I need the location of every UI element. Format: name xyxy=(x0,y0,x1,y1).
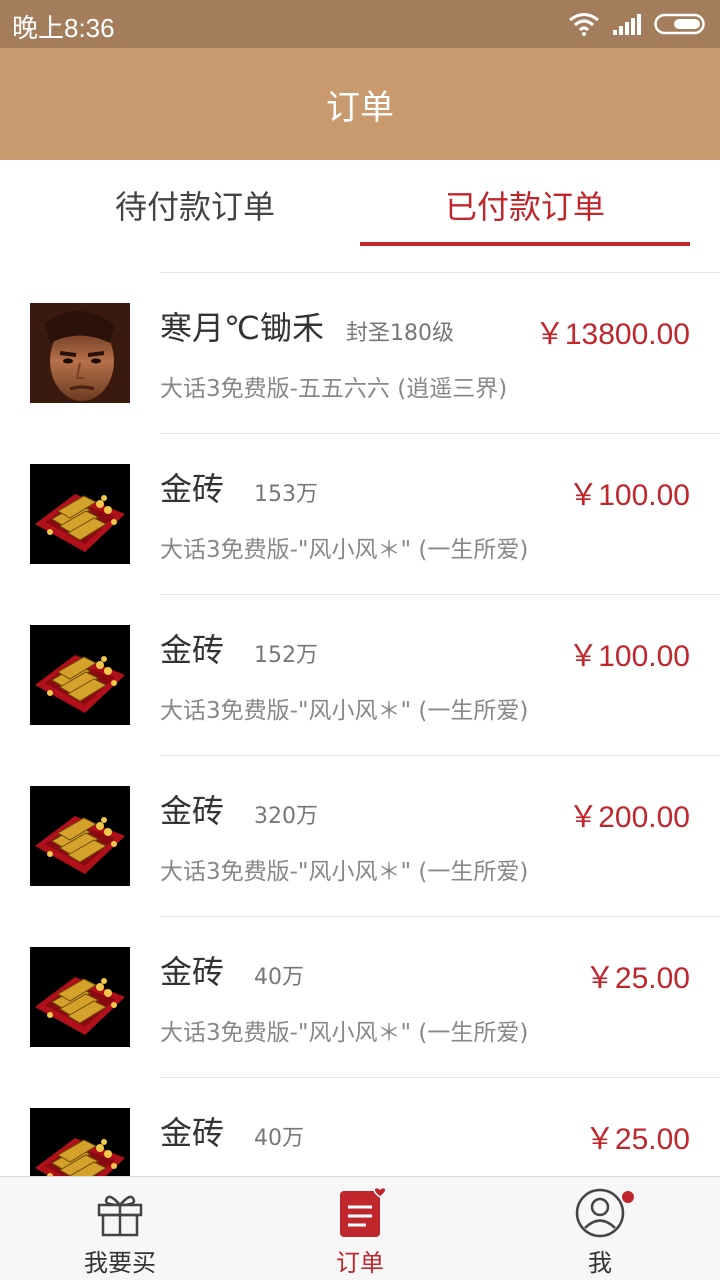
order-item-name: 寒月℃锄禾 xyxy=(160,309,324,347)
order-server: 大话3免费版-"风小风＊" (一生所爱) xyxy=(160,698,529,724)
order-row[interactable]: 金砖 320万 ￥200.00 大话3免费版-"风小风＊" (一生所爱) xyxy=(30,755,720,916)
battery-icon xyxy=(654,13,705,35)
gold-bricks-thumbnail xyxy=(30,625,130,725)
gold-bricks-thumbnail xyxy=(30,947,130,1047)
gift-icon xyxy=(97,1195,143,1237)
order-price: ￥200.00 xyxy=(568,801,690,834)
gold-bricks-thumbnail xyxy=(30,464,130,564)
order-item-name: 金砖 xyxy=(160,953,225,991)
order-item-detail: 封圣180级 xyxy=(346,321,454,346)
nav-label-me: 我 xyxy=(588,1249,612,1277)
order-row[interactable]: 金砖 153万 ￥100.00 大话3免费版-"风小风＊" (一生所爱) xyxy=(30,433,720,594)
title-bar: 订单 xyxy=(0,48,720,160)
order-item-detail: 152万 xyxy=(254,643,318,668)
order-item-name: 金砖 xyxy=(160,792,225,830)
order-item-detail: 153万 xyxy=(254,482,318,507)
order-item-name: 金砖 xyxy=(160,470,225,508)
status-icons xyxy=(568,10,708,38)
order-price: ￥25.00 xyxy=(584,1123,690,1156)
nav-item-me[interactable]: 我 xyxy=(480,1177,720,1280)
order-list-icon xyxy=(340,1187,386,1237)
order-list[interactable]: 寒月℃锄禾 封圣180级 ￥13800.00 大话3免费版-五五六六 (逍遥三界… xyxy=(0,272,720,1176)
status-bar: 晚上8:36 xyxy=(0,0,720,48)
nav-label-buy: 我要买 xyxy=(84,1249,156,1277)
page-title: 订单 xyxy=(326,87,394,128)
signal-icon xyxy=(613,14,641,35)
order-price: ￥100.00 xyxy=(568,479,690,512)
bottom-nav: 我要买 订单 我 xyxy=(0,1176,720,1280)
order-server: 大话3免费版-"风小风＊" (一生所爱) xyxy=(160,537,529,563)
order-row[interactable]: 寒月℃锄禾 封圣180级 ￥13800.00 大话3免费版-五五六六 (逍遥三界… xyxy=(30,272,720,433)
wifi-icon xyxy=(569,13,599,36)
notification-dot xyxy=(622,1191,634,1203)
order-price: ￥25.00 xyxy=(584,962,690,995)
order-server: 大话3免费版-五五六六 (逍遥三界) xyxy=(160,376,508,402)
nav-label-orders: 订单 xyxy=(336,1249,384,1277)
order-item-name: 金砖 xyxy=(160,631,225,669)
order-item-detail: 40万 xyxy=(254,1126,304,1151)
order-server: 大话3免费版-"风小风＊" (一生所爱) xyxy=(160,859,529,885)
order-row[interactable]: 金砖 152万 ￥100.00 大话3免费版-"风小风＊" (一生所爱) xyxy=(30,594,720,755)
order-tabs: 待付款订单 已付款订单 xyxy=(0,160,720,256)
order-row[interactable]: 金砖 40万 ￥25.00 xyxy=(30,1077,720,1176)
order-item-detail: 320万 xyxy=(254,804,318,829)
order-row[interactable]: 金砖 40万 ￥25.00 大话3免费版-"风小风＊" (一生所爱) xyxy=(30,916,720,1077)
status-time: 晚上8:36 xyxy=(12,13,115,43)
nav-item-buy[interactable]: 我要买 xyxy=(0,1177,240,1280)
gold-bricks-thumbnail xyxy=(30,1108,130,1176)
order-server: 大话3免费版-"风小风＊" (一生所爱) xyxy=(160,1020,529,1046)
active-tab-indicator xyxy=(360,242,690,246)
tab-paid-orders[interactable]: 已付款订单 xyxy=(360,160,690,250)
character-portrait-thumbnail xyxy=(30,303,130,403)
tab-unpaid-orders[interactable]: 待付款订单 xyxy=(30,160,360,250)
order-item-detail: 40万 xyxy=(254,965,304,990)
gold-bricks-thumbnail xyxy=(30,786,130,886)
nav-item-orders[interactable]: 订单 xyxy=(240,1177,480,1280)
user-icon xyxy=(575,1188,625,1238)
order-item-name: 金砖 xyxy=(160,1114,225,1152)
order-price: ￥13800.00 xyxy=(534,318,690,351)
order-price: ￥100.00 xyxy=(568,640,690,673)
